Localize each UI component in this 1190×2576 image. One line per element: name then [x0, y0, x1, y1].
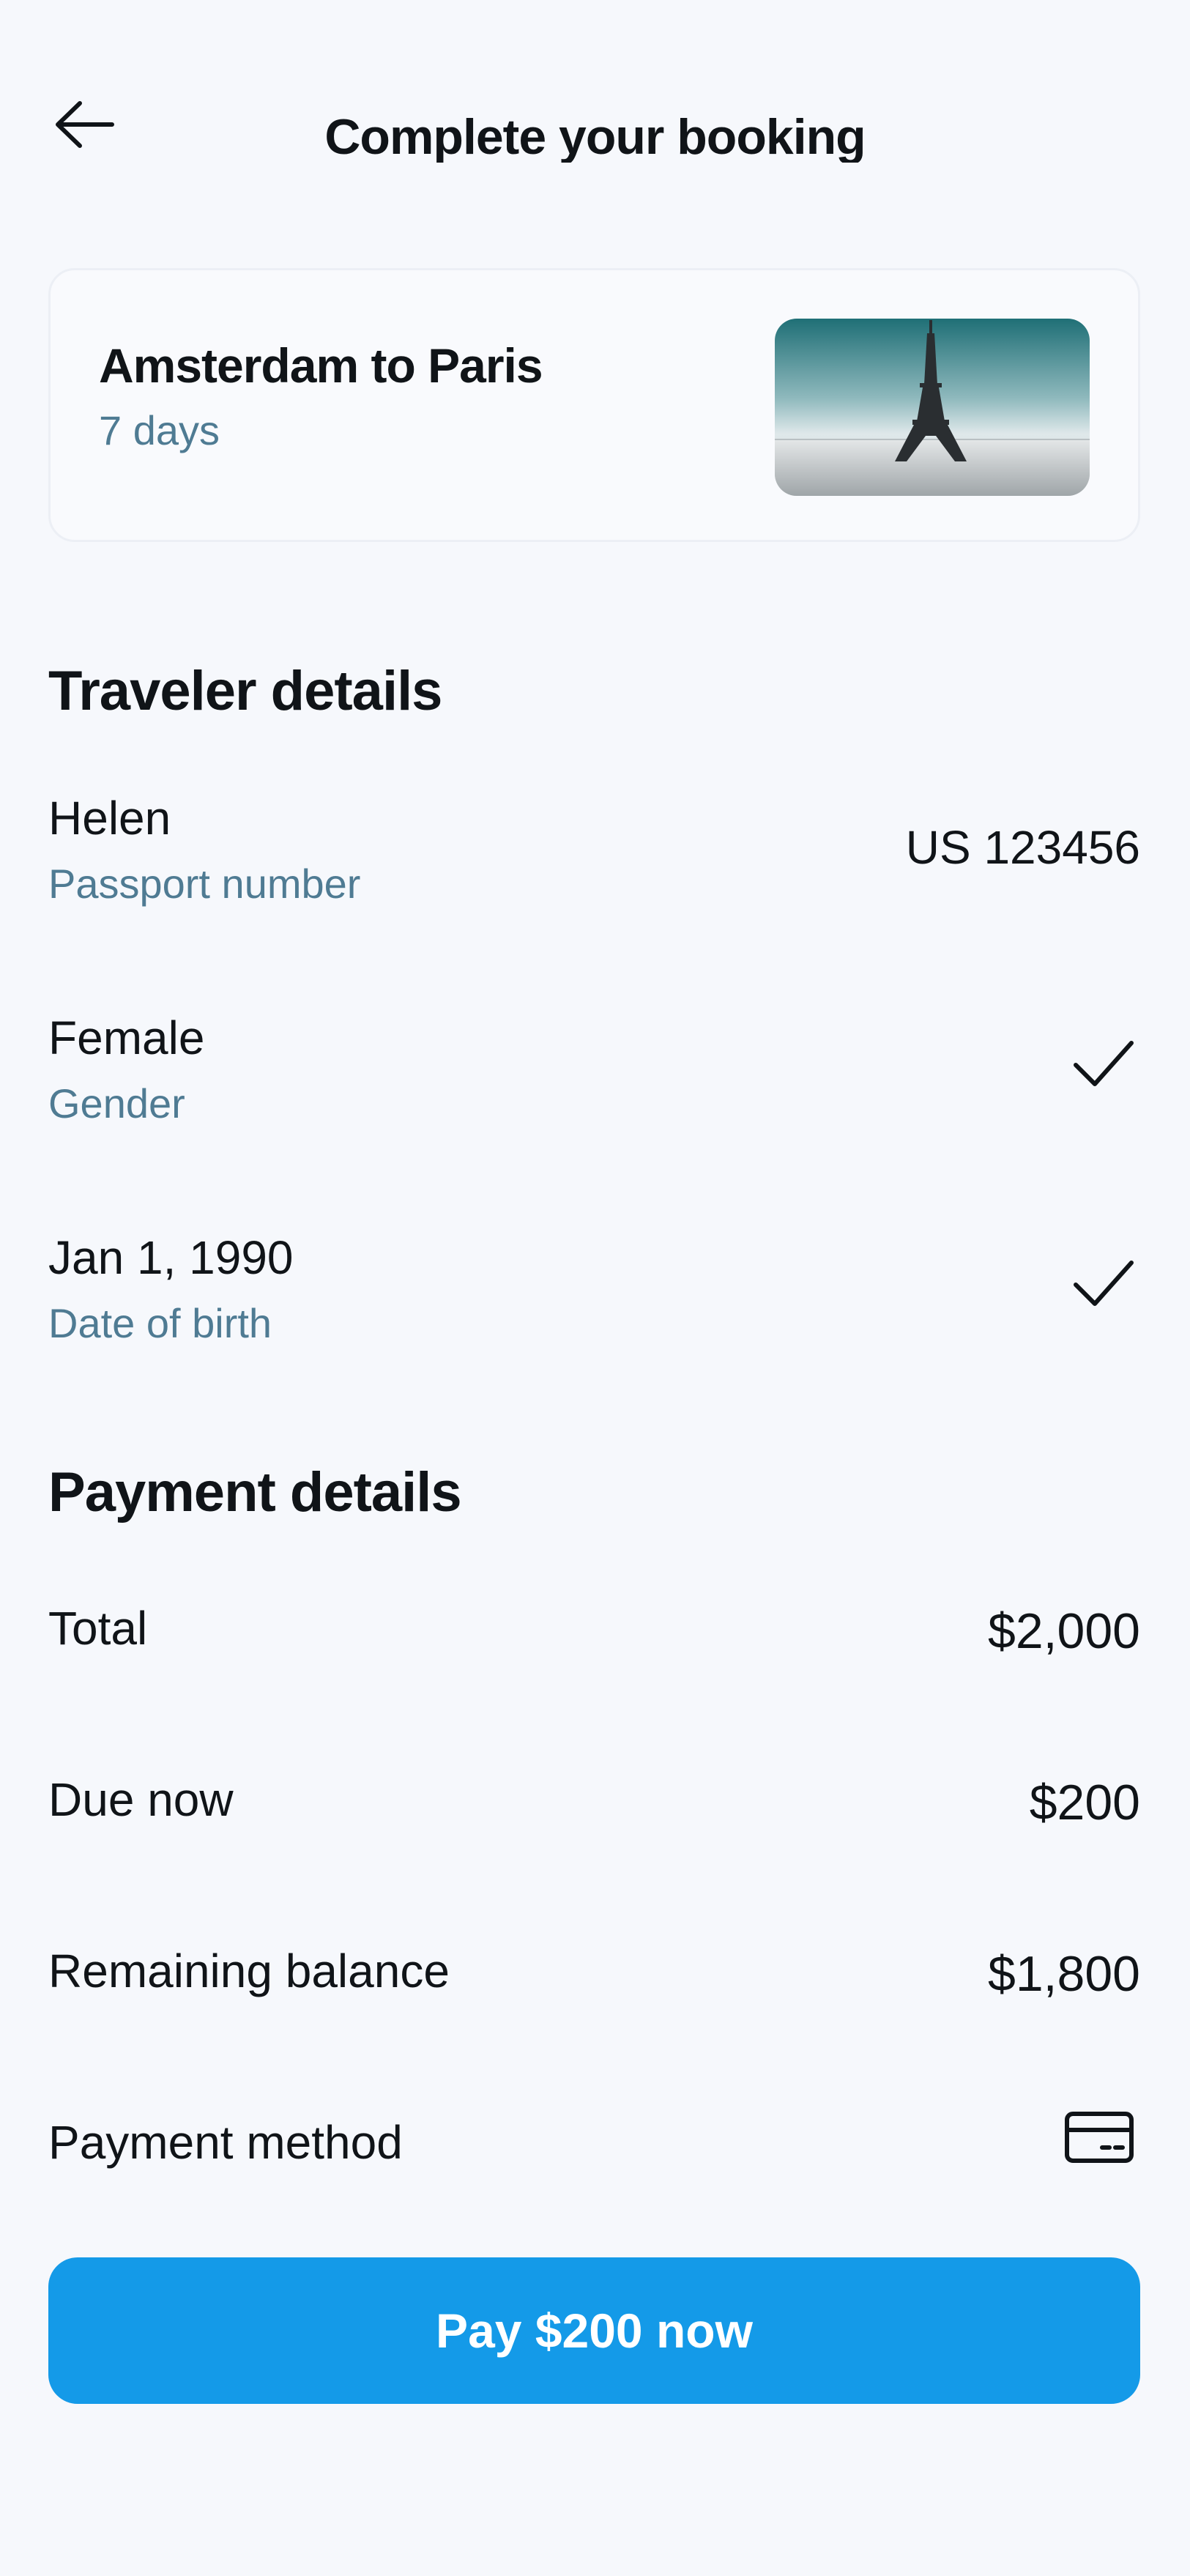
payment-method-row[interactable]: Payment method [48, 2112, 1140, 2189]
due-now-value: $200 [1029, 1775, 1140, 1830]
payment-row-remaining: Remaining balance $1,800 [48, 1944, 1140, 2017]
traveler-row-gender[interactable]: Female Gender [48, 1011, 1140, 1157]
trip-destination-image [775, 319, 1090, 496]
passport-label: Passport number [48, 861, 361, 907]
pay-now-button[interactable]: Pay $200 now [48, 2257, 1140, 2404]
dob-value: Jan 1, 1990 [48, 1231, 294, 1284]
trip-duration: 7 days [99, 407, 220, 453]
dob-label: Date of birth [48, 1300, 272, 1346]
payment-row-due-now: Due now $200 [48, 1773, 1140, 1846]
traveler-row-dob[interactable]: Jan 1, 1990 Date of birth [48, 1231, 1140, 1377]
trip-summary-card[interactable]: Amsterdam to Paris 7 days [48, 268, 1140, 542]
traveler-name: Helen [48, 792, 171, 845]
credit-card-icon [1065, 2112, 1134, 2163]
passport-value: US 123456 [905, 821, 1140, 874]
trip-title: Amsterdam to Paris [99, 338, 543, 393]
total-label: Total [48, 1602, 148, 1655]
traveler-details-heading: Traveler details [48, 660, 442, 722]
checkmark-icon [1074, 1261, 1134, 1306]
total-value: $2,000 [988, 1603, 1140, 1659]
checkmark-icon [1074, 1041, 1134, 1086]
remaining-balance-label: Remaining balance [48, 1945, 450, 1997]
payment-row-total: Total $2,000 [48, 1601, 1140, 1674]
gender-label: Gender [48, 1080, 185, 1126]
page-title: Complete your booking [324, 109, 866, 163]
header: Complete your booking [0, 0, 1190, 220]
gender-value: Female [48, 1012, 205, 1064]
traveler-row-passport[interactable]: Helen Passport number US 123456 [48, 791, 1140, 938]
payment-details-heading: Payment details [48, 1461, 462, 1523]
payment-method-label: Payment method [48, 2116, 403, 2169]
remaining-balance-value: $1,800 [988, 1946, 1140, 2002]
due-now-label: Due now [48, 1773, 234, 1826]
